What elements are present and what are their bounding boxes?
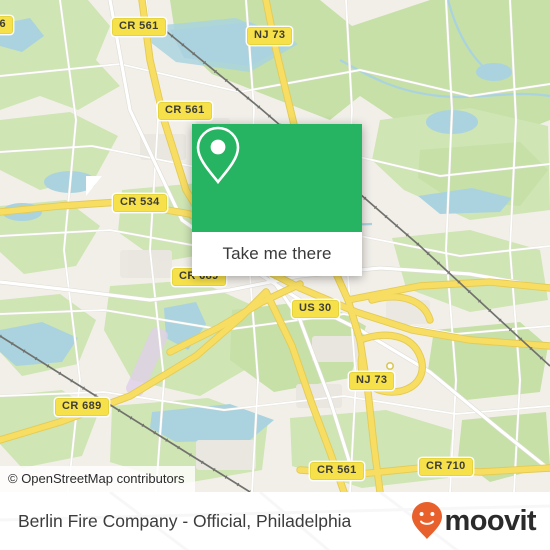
- footer-bar: Berlin Fire Company - Official, Philadel…: [0, 492, 550, 550]
- road-shield: 86: [0, 16, 14, 34]
- road-shield: CR 561: [158, 102, 212, 120]
- road-shield: US 30: [292, 300, 339, 318]
- take-me-there-label: Take me there: [222, 244, 332, 263]
- popup-pointer-tail: [86, 176, 102, 196]
- road-shield: CR 561: [310, 462, 364, 480]
- road-shield: CR 710: [419, 458, 473, 476]
- place-title: Berlin Fire Company - Official, Philadel…: [18, 510, 352, 531]
- road-shield: CR 561: [112, 18, 166, 36]
- location-pin-icon: [196, 126, 240, 185]
- road-shield: CR 689: [55, 398, 109, 416]
- moovit-logo[interactable]: moovit: [410, 501, 537, 541]
- moovit-pin-icon: [411, 502, 442, 539]
- road-shield: NJ 73: [247, 27, 293, 45]
- location-popup-card[interactable]: Take me there: [192, 124, 362, 276]
- moovit-wordmark: moovit: [444, 504, 537, 537]
- popup-header: [192, 124, 362, 232]
- osm-attribution[interactable]: © OpenStreetMap contributors: [0, 466, 195, 492]
- road-shield: CR 534: [113, 194, 167, 212]
- map-screenshot: .gr{fill:#cfe5b4} .fo{fill:#c6e0a8} .wa{…: [0, 0, 550, 550]
- road-shield: NJ 73: [349, 372, 395, 390]
- map-canvas[interactable]: .gr{fill:#cfe5b4} .fo{fill:#c6e0a8} .wa{…: [0, 0, 550, 492]
- take-me-there-button[interactable]: Take me there: [192, 232, 362, 276]
